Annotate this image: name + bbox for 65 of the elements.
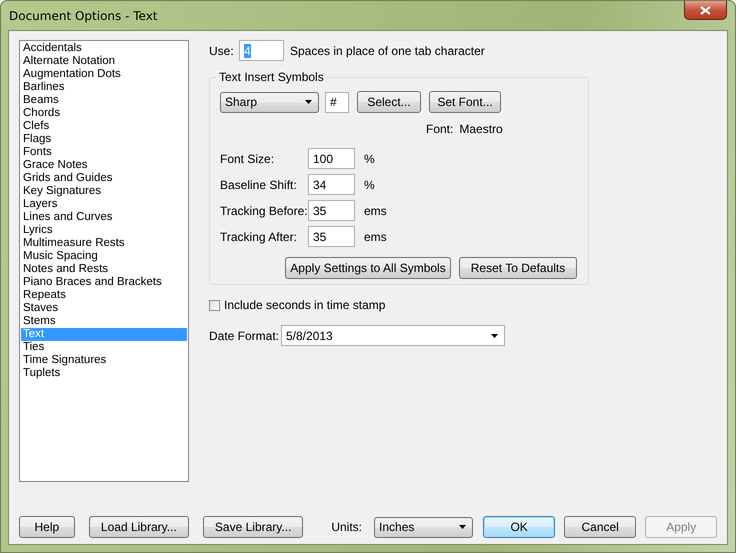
group-title: Text Insert Symbols xyxy=(216,70,327,84)
field-label: Tracking Before: xyxy=(220,204,308,218)
list-item[interactable]: Tuplets xyxy=(21,367,187,380)
load-library-button[interactable]: Load Library... xyxy=(88,516,189,538)
cancel-button[interactable]: Cancel xyxy=(564,516,636,538)
character-field[interactable]: # xyxy=(325,92,349,112)
font-name: Maestro xyxy=(459,122,503,136)
list-item[interactable]: Staves xyxy=(21,302,187,315)
list-item[interactable]: Notes and Rests xyxy=(21,263,187,276)
list-item[interactable]: Piano Braces and Brackets xyxy=(21,276,187,289)
list-item[interactable]: Multimeasure Rests xyxy=(21,237,187,250)
list-item[interactable]: Time Signatures xyxy=(21,354,187,367)
list-item[interactable]: Lines and Curves xyxy=(21,211,187,224)
close-icon xyxy=(700,6,711,14)
checkbox-label: Include seconds in time stamp xyxy=(224,298,386,312)
list-item[interactable]: Lyrics xyxy=(21,224,187,237)
save-library-button[interactable]: Save Library... xyxy=(203,516,304,538)
date-format-dropdown[interactable]: 5/8/2013 xyxy=(281,325,505,346)
list-item[interactable]: Layers xyxy=(21,198,187,211)
list-item[interactable]: Fonts xyxy=(21,146,187,159)
field-label: Font Size: xyxy=(220,152,276,166)
unit-label: ems xyxy=(364,204,387,218)
help-button[interactable]: Help xyxy=(19,516,75,538)
list-item[interactable]: Music Spacing xyxy=(21,250,187,263)
list-item[interactable]: Accidentals xyxy=(21,42,187,55)
unit-label: % xyxy=(364,152,375,166)
checkbox[interactable] xyxy=(209,300,220,310)
units-label: Units: xyxy=(331,520,362,534)
list-item[interactable]: Stems xyxy=(21,315,187,328)
list-item[interactable]: Grids and Guides xyxy=(21,172,187,185)
select-button[interactable]: Select... xyxy=(357,91,421,113)
set-font-button[interactable]: Set Font... xyxy=(429,91,501,113)
field-label: Tracking After: xyxy=(220,230,298,244)
use-description: Spaces in place of one tab character xyxy=(290,44,485,58)
caret-icon xyxy=(305,100,312,104)
date-format-label: Date Format: xyxy=(209,328,280,342)
list-item[interactable]: Beams xyxy=(21,94,187,107)
close-button[interactable] xyxy=(684,1,727,20)
symbol-dropdown[interactable]: Sharp xyxy=(220,92,319,112)
reset-button[interactable]: Reset To Defaults xyxy=(459,257,577,279)
ok-button[interactable]: OK xyxy=(483,516,555,538)
list-item[interactable]: Clefs xyxy=(21,120,187,133)
caret-icon xyxy=(491,334,498,338)
use-label: Use: xyxy=(209,44,235,58)
list-item[interactable]: Key Signatures xyxy=(21,185,187,198)
value-field[interactable]: 100 xyxy=(308,148,355,169)
value-field[interactable]: 35 xyxy=(308,226,355,247)
window-title: Document Options - Text xyxy=(9,9,158,23)
list-item[interactable]: Flags xyxy=(21,133,187,146)
value-field[interactable]: 35 xyxy=(308,200,355,221)
list-item[interactable]: Repeats xyxy=(21,289,187,302)
unit-label: ems xyxy=(364,230,387,244)
units-dropdown[interactable]: Inches xyxy=(374,516,474,538)
unit-label: % xyxy=(364,178,375,192)
list-item[interactable]: Augmentation Dots xyxy=(21,68,187,81)
list-item[interactable]: Grace Notes xyxy=(21,159,187,172)
field-label: Baseline Shift: xyxy=(220,178,298,192)
list-item[interactable]: Alternate Notation xyxy=(21,55,187,68)
font-label: Font: xyxy=(426,122,454,136)
apply-settings-button[interactable]: Apply Settings to All Symbols xyxy=(285,257,451,279)
list-item[interactable]: Ties xyxy=(21,341,187,354)
value-field[interactable]: 34 xyxy=(308,174,355,195)
caret-icon xyxy=(459,525,466,529)
list-item[interactable]: Chords xyxy=(21,107,187,120)
list-item[interactable]: Barlines xyxy=(21,81,187,94)
